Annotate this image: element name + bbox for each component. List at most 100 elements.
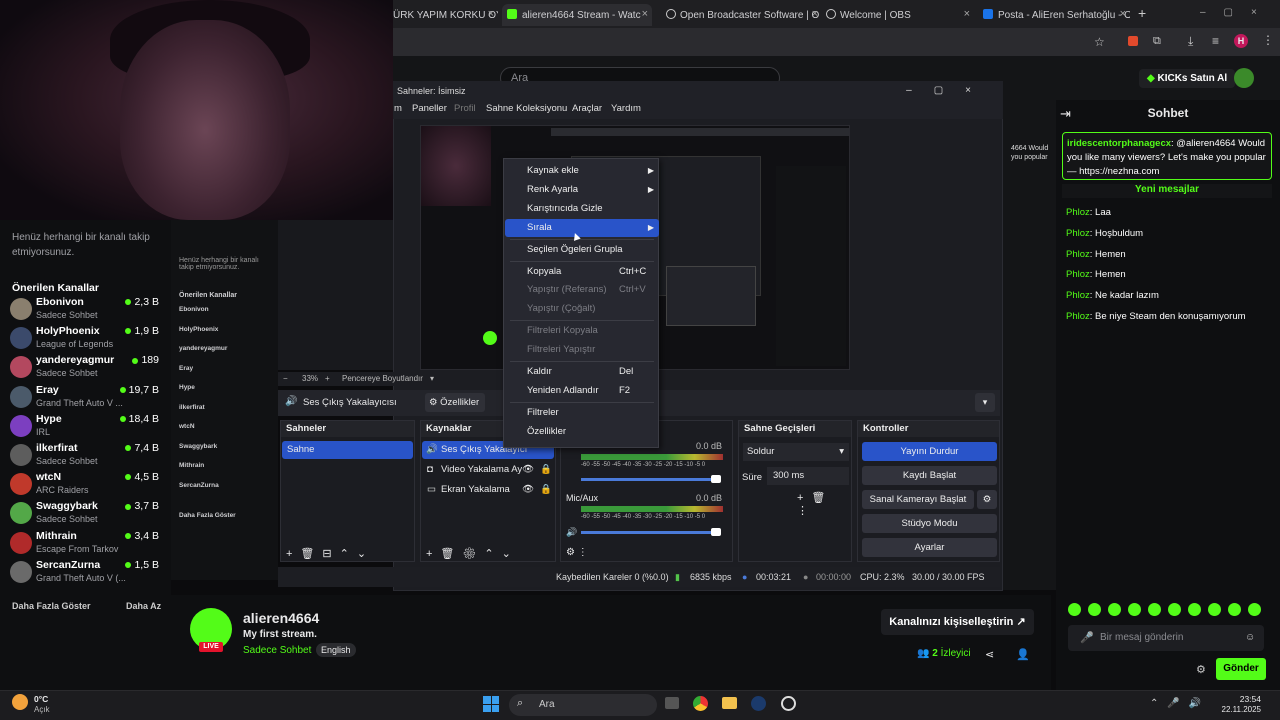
window-controls[interactable]: –▢× [1200, 7, 1275, 18]
chevron-down-icon[interactable]: ▾ [430, 374, 434, 383]
recommended-channel[interactable]: Eray Grand Theft Auto V ... 19,7 B [10, 384, 165, 412]
menu-file[interactable]: m [394, 103, 402, 114]
puzzle-icon[interactable]: ⧉ [1153, 35, 1161, 48]
language-badge[interactable]: English [316, 643, 356, 657]
emote-icon[interactable] [1148, 603, 1161, 616]
scene-item[interactable]: Sahne [282, 441, 413, 459]
context-menu-item[interactable]: Sırala ▶ [505, 218, 659, 237]
close-tab-icon[interactable]: × [964, 8, 970, 20]
context-menu-item[interactable]: Kopyala Ctrl+C [505, 263, 659, 281]
show-more-link[interactable]: Daha Fazla Göster [12, 601, 91, 611]
chrome-icon[interactable] [693, 696, 708, 711]
settings-button[interactable]: Ayarlar [862, 538, 997, 557]
chat-input[interactable]: Bir mesaj gönderin [1068, 625, 1264, 651]
microphone-icon[interactable]: 🎤 [1080, 631, 1094, 644]
volume-handle-1[interactable] [711, 475, 721, 483]
browser-tab[interactable]: Open Broadcaster Software | O × [662, 4, 822, 26]
extension-icon[interactable] [1128, 36, 1138, 46]
new-tab-button[interactable]: + [1138, 5, 1146, 21]
recommended-channel[interactable]: SercanZurna Grand Theft Auto V (... 1,5 B [10, 559, 165, 587]
chat-settings-icon[interactable]: ⚙ [1196, 663, 1206, 676]
virtual-cam-button[interactable]: Sanal Kamerayı Başlat [862, 490, 974, 509]
speaker-icon[interactable]: 🔊 [566, 527, 577, 538]
volume-handle-2[interactable] [711, 528, 721, 536]
customize-channel-button[interactable]: Kanalınızı kişiselleştirin ↗ [881, 609, 1034, 635]
context-menu-item[interactable]: Karıştırıcıda Gizle [505, 200, 659, 218]
share-icon[interactable]: ⋖ [985, 648, 994, 661]
eye-icon[interactable]: 👁 [522, 481, 534, 499]
recommended-channel[interactable]: wtcN ARC Raiders 4,5 B [10, 471, 165, 499]
clock-date[interactable]: 22.11.2025 [1211, 705, 1261, 714]
obs-taskbar-icon[interactable] [781, 696, 796, 711]
kebab-menu-icon[interactable]: ⋮ [1262, 33, 1274, 47]
menu-help[interactable]: Yardım [611, 103, 641, 114]
emote-icon[interactable] [1208, 603, 1221, 616]
transition-actions[interactable]: +🗑⋮ [797, 491, 851, 517]
zoom-out-icon[interactable]: − [283, 374, 288, 383]
recommended-channel[interactable]: yandereyagmur Sadece Sohbet 189 [10, 354, 165, 382]
recommended-channel[interactable]: Swaggybark Sadece Sohbet 3,7 B [10, 500, 165, 528]
menu-scene-collection[interactable]: Sahne Koleksiyonu [486, 103, 567, 114]
recommended-channel[interactable]: Ebonivon Sadece Sohbet 2,3 B [10, 296, 165, 324]
context-menu-item[interactable]: Kaynak ekle ▶ [505, 162, 659, 180]
chat-username[interactable]: Phloz [1066, 311, 1090, 322]
browser-tab-active[interactable]: alieren4664 Stream - Watc × [502, 4, 652, 26]
menu-profile[interactable]: Profil [454, 103, 476, 114]
windows-start-icon[interactable] [483, 696, 499, 712]
close-tab-icon[interactable]: × [488, 8, 494, 20]
chat-username[interactable]: Phloz [1066, 249, 1090, 260]
download-icon[interactable]: ⤓ [1188, 34, 1193, 49]
menu-tools[interactable]: Araçlar [572, 103, 602, 114]
emote-icon[interactable] [1088, 603, 1101, 616]
transition-select[interactable]: Soldur ▾ [743, 443, 849, 461]
context-menu-item[interactable]: Seçilen Ögeleri Grupla [505, 241, 659, 259]
fit-window-option[interactable]: Pencereye Boyutlandır [342, 374, 423, 383]
duration-input[interactable]: 300 ms [767, 467, 849, 485]
mixer-settings-icon[interactable]: ⚙ ⋮ [566, 547, 588, 558]
emote-icon[interactable] [1188, 603, 1201, 616]
browser-tab[interactable]: Posta - AliEren Serhatoğlu - Ou × [980, 4, 1130, 26]
browser-tab[interactable]: Welcome | OBS × [824, 4, 974, 26]
task-view-icon[interactable] [665, 697, 679, 709]
volume-slider-2[interactable] [581, 531, 721, 534]
recommended-channel[interactable]: Mithrain Escape From Tarkov 3,4 B [10, 530, 165, 558]
recommended-channel[interactable]: ilkerfirat Sadece Sohbet 7,4 B [10, 442, 165, 470]
chat-username[interactable]: Phloz [1066, 228, 1090, 239]
context-menu-item[interactable]: Yeniden Adlandır F2 [505, 382, 659, 400]
reading-list-icon[interactable]: ≡ [1212, 34, 1219, 48]
close-tab-icon[interactable]: × [642, 8, 648, 20]
recommended-channel[interactable]: HolyPhoenix League of Legends 1,9 B [10, 325, 165, 353]
zoom-in-icon[interactable]: + [325, 374, 330, 383]
pinned-user[interactable]: iridescentorphanagecx [1067, 138, 1171, 149]
source-actions[interactable]: +🗑⚙⌃⌄ [426, 547, 519, 560]
buy-kicks-button[interactable]: ◆ KICKs Satın Al [1139, 69, 1236, 88]
chevron-down-icon[interactable]: ▾ [975, 393, 995, 412]
lock-icon[interactable]: 🔒 [540, 461, 552, 479]
clock-time[interactable]: 23:54 [1221, 694, 1261, 704]
scene-actions[interactable]: +🗑⊟⌃⌄ [286, 547, 374, 560]
emote-icon[interactable] [1228, 603, 1241, 616]
stop-stream-button[interactable]: Yayını Durdur [862, 442, 997, 461]
emote-icon[interactable] [1168, 603, 1181, 616]
context-menu-item[interactable]: Kaldır Del [505, 363, 659, 381]
context-menu-item[interactable]: Filtreler [505, 404, 659, 422]
chat-username[interactable]: Phloz [1066, 207, 1090, 218]
menu-docks[interactable]: Paneller [412, 103, 447, 114]
show-less-link[interactable]: Daha Az [126, 601, 161, 611]
volume-slider-1[interactable] [581, 478, 721, 481]
close-tab-icon[interactable]: × [812, 8, 818, 20]
start-record-button[interactable]: Kaydı Başlat [862, 466, 997, 485]
recommended-channel[interactable]: Hype IRL 18,4 B [10, 413, 165, 441]
studio-mode-button[interactable]: Stüdyo Modu [862, 514, 997, 533]
bookmark-star-icon[interactable]: ☆ [1094, 35, 1105, 49]
properties-button[interactable]: ⚙ Özellikler [425, 393, 485, 412]
send-button[interactable]: Gönder [1216, 658, 1266, 680]
close-tab-icon[interactable]: × [1120, 8, 1126, 20]
source-item-video[interactable]: ◘ Video Yakalama Ay 👁 🔒 [422, 461, 554, 479]
follow-user-icon[interactable]: 👤 [1016, 648, 1030, 661]
steam-icon[interactable] [751, 696, 766, 711]
emote-icon[interactable] [1248, 603, 1261, 616]
obs-window-controls[interactable]: –▢× [906, 81, 993, 101]
context-menu-item[interactable]: Özellikler [505, 423, 659, 441]
emoji-icon[interactable]: ☺ [1245, 632, 1255, 643]
